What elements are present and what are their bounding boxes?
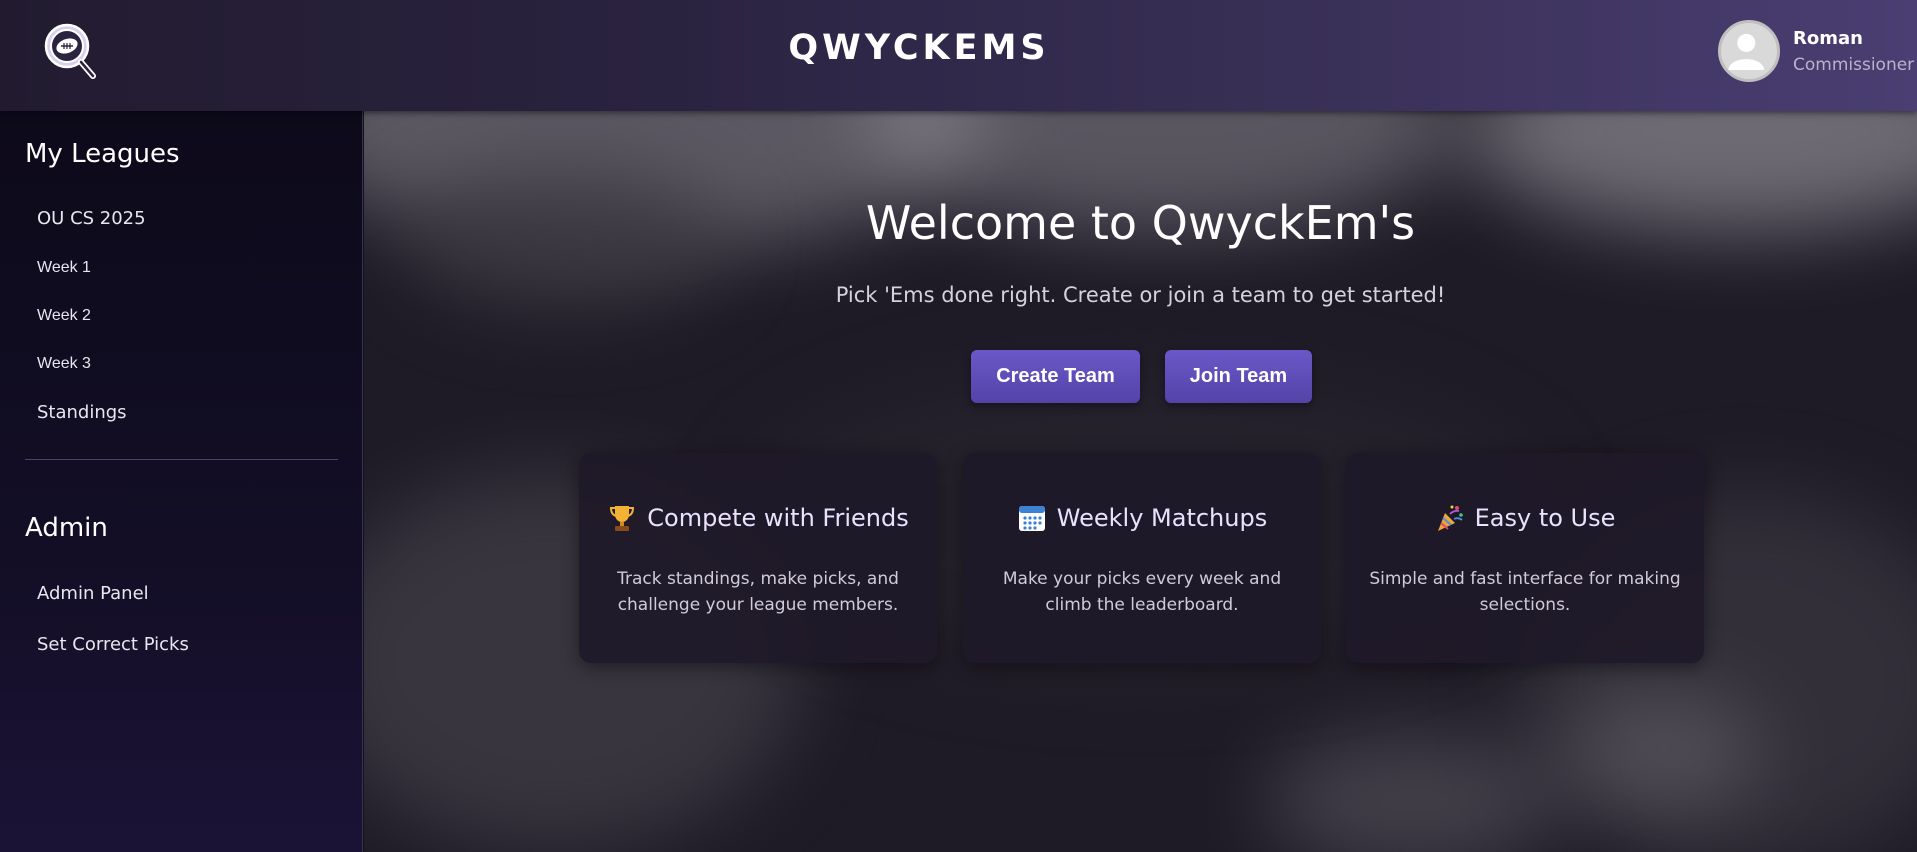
sidebar-item-week-3[interactable]: Week 3 [37, 355, 91, 373]
calendar-icon [1018, 506, 1045, 531]
sidebar-item-league[interactable]: OU CS 2025 [37, 208, 146, 229]
trophy-icon [610, 506, 635, 531]
feature-card-easy: Easy to Use Simple and fast interface fo… [1346, 453, 1704, 663]
my-leagues-heading: My Leagues [25, 139, 180, 169]
app-title: QWYCKEMS [788, 28, 1050, 68]
card-description: Simple and fast interface for making sel… [1369, 569, 1681, 615]
sidebar-item-week-2[interactable]: Week 2 [37, 307, 91, 325]
sidebar-item-admin-panel[interactable]: Admin Panel [37, 583, 149, 604]
sidebar-item-week-1[interactable]: Week 1 [37, 259, 91, 277]
user-avatar-icon[interactable] [1718, 20, 1780, 82]
sidebar-divider [25, 459, 338, 460]
welcome-title: Welcome to QwyckEm's [865, 196, 1416, 250]
top-header: QWYCKEMS Roman Commissioner [0, 0, 1917, 111]
admin-heading: Admin [25, 513, 108, 543]
user-role: Commissioner [1793, 55, 1915, 75]
main-content: Welcome to QwyckEm's Pick 'Ems done righ… [364, 111, 1917, 852]
card-description: Make your picks every week and climb the… [1002, 569, 1282, 615]
welcome-subtitle: Pick 'Ems done right. Create or join a t… [835, 283, 1446, 307]
card-title: Compete with Friends [647, 504, 909, 532]
card-description: Track standings, make picks, and challen… [617, 569, 899, 615]
join-team-button[interactable]: Join Team [1165, 350, 1312, 403]
create-team-button[interactable]: Create Team [971, 350, 1140, 403]
card-title: Weekly Matchups [1056, 504, 1268, 532]
party-popper-icon [1437, 505, 1463, 531]
card-title: Easy to Use [1474, 504, 1616, 532]
sidebar: My Leagues OU CS 2025 Week 1 Week 2 Week… [0, 111, 363, 852]
feature-card-weekly: Weekly Matchups Make your picks every we… [963, 453, 1321, 663]
user-name: Roman [1793, 28, 1863, 49]
sidebar-item-set-correct-picks[interactable]: Set Correct Picks [37, 634, 189, 655]
sidebar-item-standings[interactable]: Standings [37, 402, 127, 423]
feature-card-compete: Compete with Friends Track standings, ma… [579, 453, 937, 663]
